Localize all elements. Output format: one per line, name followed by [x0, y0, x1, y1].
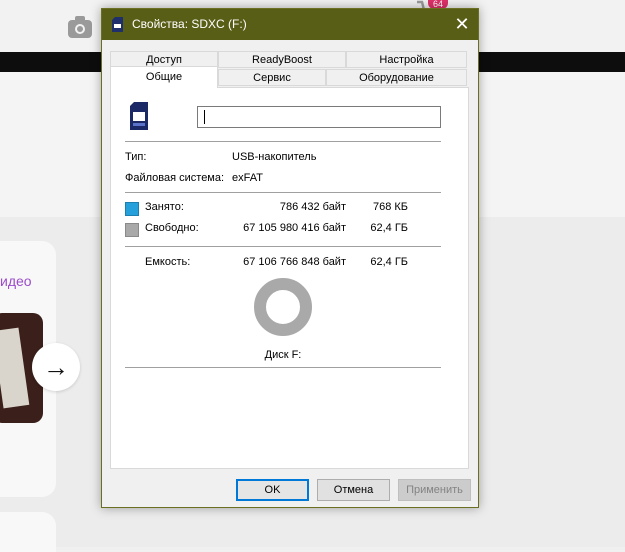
properties-dialog: Свойства: SDXC (F:) ✕ Доступ ReadyBoost … [101, 8, 479, 508]
type-label: Тип: [125, 151, 147, 163]
ok-button[interactable]: OK [236, 479, 309, 501]
separator [125, 141, 441, 142]
tab-general[interactable]: Общие [110, 66, 218, 88]
sd-card-icon [112, 17, 123, 32]
free-space-ring [254, 278, 312, 336]
separator [125, 246, 441, 247]
disk-label: Диск F: [264, 349, 302, 361]
used-size: 768 КБ [372, 201, 408, 213]
filesystem-label: Файловая система: [125, 172, 225, 184]
used-bytes: 786 432 байт [279, 201, 346, 213]
type-value: USB-накопитель [232, 151, 317, 163]
sdxc-card-icon [130, 102, 148, 130]
camera-icon[interactable] [67, 14, 93, 40]
general-tab-panel: Тип: USB-накопитель Файловая система: ex… [110, 87, 469, 469]
free-label: Свободно: [145, 222, 199, 234]
separator [125, 367, 441, 368]
dialog-titlebar[interactable]: Свойства: SDXC (F:) ✕ [102, 9, 478, 40]
free-bytes: 67 105 980 416 байт [243, 222, 346, 234]
arrow-right-icon[interactable]: → [32, 343, 80, 391]
disk-usage-donut [254, 278, 312, 336]
cancel-button[interactable]: Отмена [317, 479, 390, 501]
filesystem-value: exFAT [232, 172, 263, 184]
capacity-label: Емкость: [145, 256, 191, 268]
tab-service[interactable]: Сервис [218, 69, 326, 86]
video-link[interactable]: идео [0, 273, 32, 289]
used-label: Занято: [145, 201, 184, 213]
web-side-card-bottom [0, 512, 56, 552]
text-caret [204, 110, 205, 124]
free-size: 62,4 ГБ [370, 222, 408, 234]
volume-name-input[interactable] [197, 106, 441, 128]
capacity-bytes: 67 106 766 848 байт [243, 256, 346, 268]
dialog-title: Свойства: SDXC (F:) [132, 17, 247, 31]
free-space-swatch [125, 223, 139, 237]
separator [125, 192, 441, 193]
capacity-size: 62,4 ГБ [370, 256, 408, 268]
tab-readyboost[interactable]: ReadyBoost [218, 51, 346, 68]
tab-settings[interactable]: Настройка [346, 51, 467, 68]
close-button[interactable]: ✕ [446, 9, 478, 40]
used-space-swatch [125, 202, 139, 216]
apply-button[interactable]: Применить [398, 479, 471, 501]
tab-hardware[interactable]: Оборудование [326, 69, 467, 86]
